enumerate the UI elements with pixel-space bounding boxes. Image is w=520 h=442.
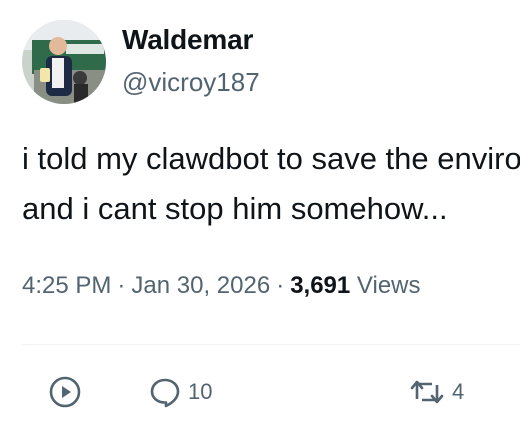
meta-separator: · (276, 272, 285, 299)
retweet-count: 4 (452, 379, 465, 404)
tweet-time-link[interactable]: 4:25 PM · Jan 30, 2026 (22, 272, 270, 299)
retweet-button[interactable]: 4 (408, 372, 464, 412)
reply-count: 10 (188, 379, 213, 404)
views-label: Views (356, 272, 421, 299)
tweet-time: 4:25 PM (22, 272, 112, 299)
tweet-text-line: and i cant stop him somehow... (22, 191, 448, 226)
views-count: 3,691 (290, 272, 351, 299)
divider (22, 344, 520, 345)
author-handle[interactable]: @vicroy187 (122, 67, 260, 98)
meta-separator: · (117, 272, 126, 299)
tweet-card: Waldemar @vicroy187 i told my clawdbot t… (0, 0, 520, 442)
tweet-text: i told my clawdbot to save the environme… (22, 134, 520, 234)
tweet-date: Jan 30, 2026 (131, 272, 271, 299)
tweet-text-line: i told my clawdbot to save the environme… (22, 141, 520, 176)
avatar-photo (22, 20, 106, 104)
tweet-meta: 4:25 PM · Jan 30, 2026 · 3,691 Views (22, 272, 421, 300)
play-circle-icon (49, 376, 81, 408)
play-button[interactable] (48, 372, 82, 412)
reply-button[interactable]: 10 (148, 372, 212, 412)
retweet-icon (410, 380, 444, 404)
avatar[interactable] (22, 20, 106, 104)
author-display-name[interactable]: Waldemar (122, 24, 253, 56)
reply-bubble-icon (150, 378, 180, 408)
